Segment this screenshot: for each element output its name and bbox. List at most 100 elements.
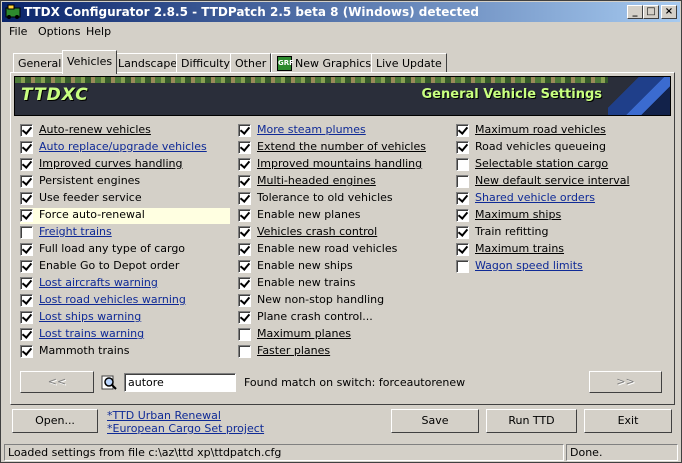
option-improved-curves-handling[interactable]: Improved curves handling — [20, 157, 183, 173]
option-checkbox[interactable] — [20, 158, 33, 171]
option-checkbox[interactable] — [238, 226, 251, 239]
option-enable-new-road-vehicles[interactable]: Enable new road vehicles — [238, 242, 397, 258]
option-checkbox[interactable] — [238, 294, 251, 307]
option-checkbox[interactable] — [238, 124, 251, 137]
option-new-default-service-interval[interactable]: New default service interval — [456, 174, 630, 190]
option-checkbox[interactable] — [238, 328, 251, 341]
option-wagon-speed-limits[interactable]: Wagon speed limits — [456, 259, 583, 275]
option-more-steam-plumes[interactable]: More steam plumes — [238, 123, 366, 139]
option-checkbox[interactable] — [238, 209, 251, 222]
tab-other[interactable]: Other — [230, 53, 272, 73]
title-bar: TTDX Configurator 2.8.5 - TTDPatch 2.5 b… — [2, 2, 680, 22]
tab-difficulty[interactable]: Difficulty — [176, 53, 236, 73]
option-checkbox[interactable] — [456, 124, 469, 137]
option-checkbox[interactable] — [20, 345, 33, 358]
search-prev-button[interactable]: << — [20, 371, 94, 393]
option-persistent-engines[interactable]: Persistent engines — [20, 174, 140, 190]
option-enable-new-ships[interactable]: Enable new ships — [238, 259, 353, 275]
link-european-cargo-set[interactable]: *European Cargo Set project — [107, 422, 264, 435]
option-lost-road-vehicles-warning[interactable]: Lost road vehicles warning — [20, 293, 186, 309]
option-faster-planes[interactable]: Faster planes — [238, 344, 330, 360]
option-freight-trains[interactable]: Freight trains — [20, 225, 112, 241]
menu-options[interactable]: Options — [38, 25, 80, 38]
settings-banner: TTDXC General Vehicle Settings — [14, 76, 671, 116]
link-ttd-urban-renewal[interactable]: *TTD Urban Renewal — [107, 409, 221, 422]
maximize-button[interactable]: □ — [643, 5, 659, 19]
option-plane-crash-control[interactable]: Plane crash control... — [238, 310, 373, 326]
option-checkbox[interactable] — [238, 175, 251, 188]
exit-button[interactable]: Exit — [584, 409, 672, 433]
option-checkbox[interactable] — [20, 277, 33, 290]
option-checkbox[interactable] — [20, 226, 33, 239]
option-maximum-planes[interactable]: Maximum planes — [238, 327, 351, 343]
option-train-refitting[interactable]: Train refitting — [456, 225, 549, 241]
tab-vehicles[interactable]: Vehicles — [62, 50, 118, 74]
option-enable-new-trains[interactable]: Enable new trains — [238, 276, 356, 292]
option-checkbox[interactable] — [456, 175, 469, 188]
open-button[interactable]: Open... — [12, 409, 98, 433]
option-use-feeder-service[interactable]: Use feeder service — [20, 191, 142, 207]
option-checkbox[interactable] — [456, 141, 469, 154]
option-enable-go-to-depot-order[interactable]: Enable Go to Depot order — [20, 259, 179, 275]
tab-general[interactable]: General — [13, 53, 67, 73]
option-lost-aircrafts-warning[interactable]: Lost aircrafts warning — [20, 276, 158, 292]
option-checkbox[interactable] — [456, 243, 469, 256]
option-checkbox[interactable] — [238, 260, 251, 273]
tab-new-graphics[interactable]: GRF New Graphics — [271, 53, 377, 73]
option-extend-the-number-of-vehicles[interactable]: Extend the number of vehicles — [238, 140, 426, 156]
tab-new-graphics-label: New Graphics — [295, 57, 372, 70]
option-road-vehicles-queueing[interactable]: Road vehicles queueing — [456, 140, 606, 156]
option-checkbox[interactable] — [20, 260, 33, 273]
option-checkbox[interactable] — [238, 345, 251, 358]
option-checkbox[interactable] — [238, 277, 251, 290]
search-next-button[interactable]: >> — [589, 371, 662, 393]
option-checkbox[interactable] — [20, 294, 33, 307]
option-maximum-ships[interactable]: Maximum ships — [456, 208, 561, 224]
close-button[interactable]: × — [661, 5, 677, 19]
save-button[interactable]: Save — [391, 409, 479, 433]
option-full-load-any-type-of-cargo[interactable]: Full load any type of cargo — [20, 242, 185, 258]
menu-help[interactable]: Help — [86, 25, 111, 38]
option-improved-mountains-handling[interactable]: Improved mountains handling — [238, 157, 422, 173]
option-auto-replace-upgrade-vehicles[interactable]: Auto replace/upgrade vehicles — [20, 140, 207, 156]
option-enable-new-planes[interactable]: Enable new planes — [238, 208, 360, 224]
tab-live-update[interactable]: Live Update — [371, 53, 447, 73]
option-selectable-station-cargo[interactable]: Selectable station cargo — [456, 157, 608, 173]
option-checkbox[interactable] — [20, 192, 33, 205]
option-checkbox[interactable] — [238, 192, 251, 205]
run-ttd-button[interactable]: Run TTD — [486, 409, 577, 433]
option-checkbox[interactable] — [20, 209, 33, 222]
option-tolerance-to-old-vehicles[interactable]: Tolerance to old vehicles — [238, 191, 393, 207]
option-checkbox[interactable] — [456, 158, 469, 171]
option-new-non-stop-handling[interactable]: New non-stop handling — [238, 293, 384, 309]
option-checkbox[interactable] — [238, 158, 251, 171]
option-checkbox[interactable] — [456, 226, 469, 239]
option-checkbox[interactable] — [238, 311, 251, 324]
minimize-button[interactable]: _ — [627, 5, 643, 19]
option-vehicles-crash-control[interactable]: Vehicles crash control — [238, 225, 377, 241]
option-checkbox[interactable] — [20, 141, 33, 154]
option-lost-trains-warning[interactable]: Lost trains warning — [20, 327, 144, 343]
option-checkbox[interactable] — [456, 260, 469, 273]
search-input[interactable]: autore — [124, 373, 236, 392]
option-checkbox[interactable] — [20, 328, 33, 341]
option-shared-vehicle-orders[interactable]: Shared vehicle orders — [456, 191, 595, 207]
option-checkbox[interactable] — [238, 243, 251, 256]
option-label: Maximum trains — [475, 242, 565, 255]
option-checkbox[interactable] — [20, 175, 33, 188]
option-checkbox[interactable] — [20, 311, 33, 324]
option-checkbox[interactable] — [238, 141, 251, 154]
option-lost-ships-warning[interactable]: Lost ships warning — [20, 310, 141, 326]
option-checkbox[interactable] — [20, 243, 33, 256]
option-multi-headed-engines[interactable]: Multi-headed engines — [238, 174, 376, 190]
tab-landscape[interactable]: Landscape — [113, 53, 183, 73]
option-maximum-trains[interactable]: Maximum trains — [456, 242, 564, 258]
option-checkbox[interactable] — [20, 124, 33, 137]
option-checkbox[interactable] — [456, 192, 469, 205]
option-force-auto-renewal[interactable]: Force auto-renewal — [20, 208, 230, 224]
option-maximum-road-vehicles[interactable]: Maximum road vehicles — [456, 123, 606, 139]
option-checkbox[interactable] — [456, 209, 469, 222]
menu-file[interactable]: File — [9, 25, 27, 38]
option-mammoth-trains[interactable]: Mammoth trains — [20, 344, 130, 360]
option-auto-renew-vehicles[interactable]: Auto-renew vehicles — [20, 123, 151, 139]
